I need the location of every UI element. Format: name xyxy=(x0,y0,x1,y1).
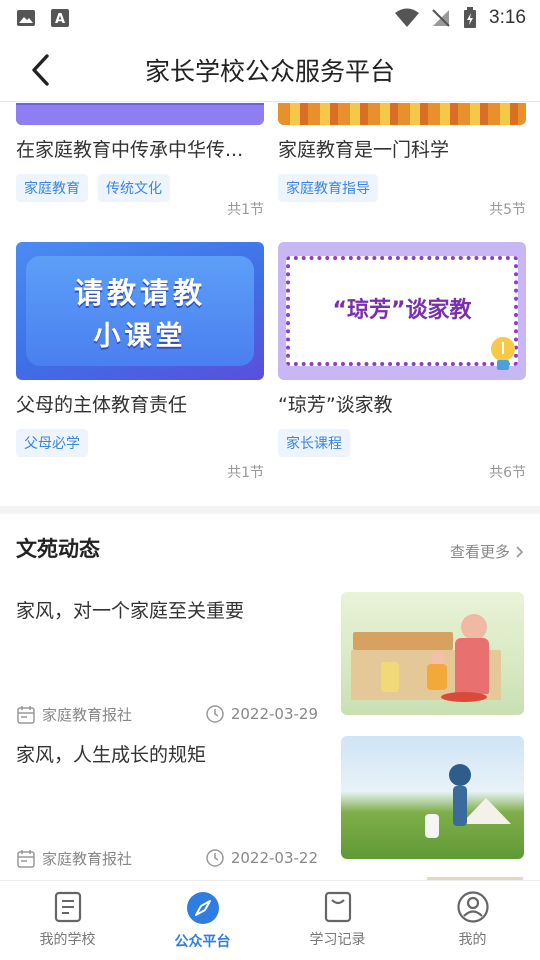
news-source: 家庭教育报社 xyxy=(42,706,133,724)
course-card[interactable]: 请教请教 小课堂 父母的主体教育责任 父母必学 共1节 xyxy=(16,242,264,481)
no-signal-icon xyxy=(432,9,450,27)
thumb-text: 请教请教 xyxy=(73,276,206,310)
news-date: 2022-03-29 xyxy=(230,705,318,723)
clock: 3:16 xyxy=(489,7,526,28)
chevron-right-icon xyxy=(516,545,524,558)
news-title: 家风，人生成长的规矩 xyxy=(16,744,207,766)
section-title: 文苑动态 xyxy=(16,537,100,561)
lesson-count: 共5节 xyxy=(489,202,526,218)
lightbulb-icon xyxy=(491,337,515,370)
course-grid: 在家庭教育中传承中华传... 家庭教育 传统文化 共1节 家庭教育是一门科学 家… xyxy=(0,103,540,505)
course-tag[interactable]: 传统文化 xyxy=(98,174,170,202)
tab-my-school[interactable]: 我的学校 xyxy=(0,881,135,960)
page-title: 家长学校公众服务平台 xyxy=(144,57,395,86)
course-card[interactable]: “琼芳”谈家教 “琼芳”谈家教 家长课程 共6节 xyxy=(278,242,526,481)
thumb-text: 小课堂 xyxy=(93,321,187,352)
course-title: “琼芳”谈家教 xyxy=(278,394,393,416)
bottom-tab-bar: 我的学校 公众平台 学习记录 我的 xyxy=(0,880,540,960)
compass-icon xyxy=(186,892,219,924)
calendar-icon xyxy=(17,705,35,724)
thumb-text: “琼芳”谈家教 xyxy=(332,298,472,323)
view-more-label: 查看更多 xyxy=(449,543,510,561)
lesson-count: 共6节 xyxy=(489,465,526,481)
course-thumbnail: “琼芳”谈家教 xyxy=(278,242,526,380)
battery-charging-icon xyxy=(464,7,477,28)
tab-public-platform[interactable]: 公众平台 xyxy=(135,881,270,960)
tab-label: 学习记录 xyxy=(309,932,366,948)
course-tag[interactable]: 父母必学 xyxy=(16,429,88,457)
font-notification-icon: A xyxy=(51,9,69,27)
clock-icon xyxy=(206,849,224,867)
news-date: 2022-03-22 xyxy=(230,849,318,867)
course-title: 在家庭教育中传承中华传... xyxy=(16,139,244,161)
tab-learning-record[interactable]: 学习记录 xyxy=(270,881,405,960)
news-title: 家风，对一个家庭至关重要 xyxy=(16,600,245,622)
course-thumbnail xyxy=(16,103,264,125)
news-source: 家庭教育报社 xyxy=(42,850,133,868)
news-thumbnail xyxy=(341,592,524,715)
gallery-notification-icon xyxy=(17,10,35,26)
course-thumbnail: 请教请教 小课堂 xyxy=(16,242,264,380)
tab-me[interactable]: 我的 xyxy=(405,881,540,960)
user-icon xyxy=(456,891,489,923)
app-bar: 家长学校公众服务平台 xyxy=(0,36,540,102)
course-tag[interactable]: 家庭教育指导 xyxy=(278,174,378,202)
course-tag[interactable]: 家长课程 xyxy=(278,429,350,457)
course-title: 家庭教育是一门科学 xyxy=(278,139,450,161)
tab-label: 我的 xyxy=(458,932,487,948)
wifi-icon xyxy=(395,8,420,27)
content-scroll[interactable]: 在家庭教育中传承中华传... 家庭教育 传统文化 共1节 家庭教育是一门科学 家… xyxy=(0,103,540,880)
news-thumbnail xyxy=(341,736,524,859)
section-divider xyxy=(0,506,540,514)
news-section-header: 文苑动态 查看更多 xyxy=(16,533,524,573)
course-tag[interactable]: 家庭教育 xyxy=(16,174,88,202)
news-item[interactable]: 家风，对一个家庭至关重要 家庭教育报社 2022-03-29 xyxy=(16,592,524,724)
course-card[interactable]: 家庭教育是一门科学 家庭教育指导 共5节 xyxy=(278,103,526,218)
school-icon xyxy=(54,891,81,923)
status-bar: A 3:16 xyxy=(0,0,540,36)
svg-text:A: A xyxy=(55,12,65,27)
lesson-count: 共1节 xyxy=(227,202,264,218)
clock-icon xyxy=(206,705,224,723)
calendar-icon xyxy=(17,849,35,868)
view-more-link[interactable]: 查看更多 xyxy=(450,541,524,562)
course-title: 父母的主体教育责任 xyxy=(16,394,188,416)
record-icon xyxy=(324,891,351,923)
tab-label: 公众平台 xyxy=(174,934,231,950)
lesson-count: 共1节 xyxy=(227,465,264,481)
tab-label: 我的学校 xyxy=(39,932,96,948)
news-item[interactable]: 家风，人生成长的规矩 家庭教育报社 2022-03-22 xyxy=(16,736,524,868)
course-card[interactable]: 在家庭教育中传承中华传... 家庭教育 传统文化 共1节 xyxy=(16,103,264,218)
course-thumbnail xyxy=(278,103,526,125)
